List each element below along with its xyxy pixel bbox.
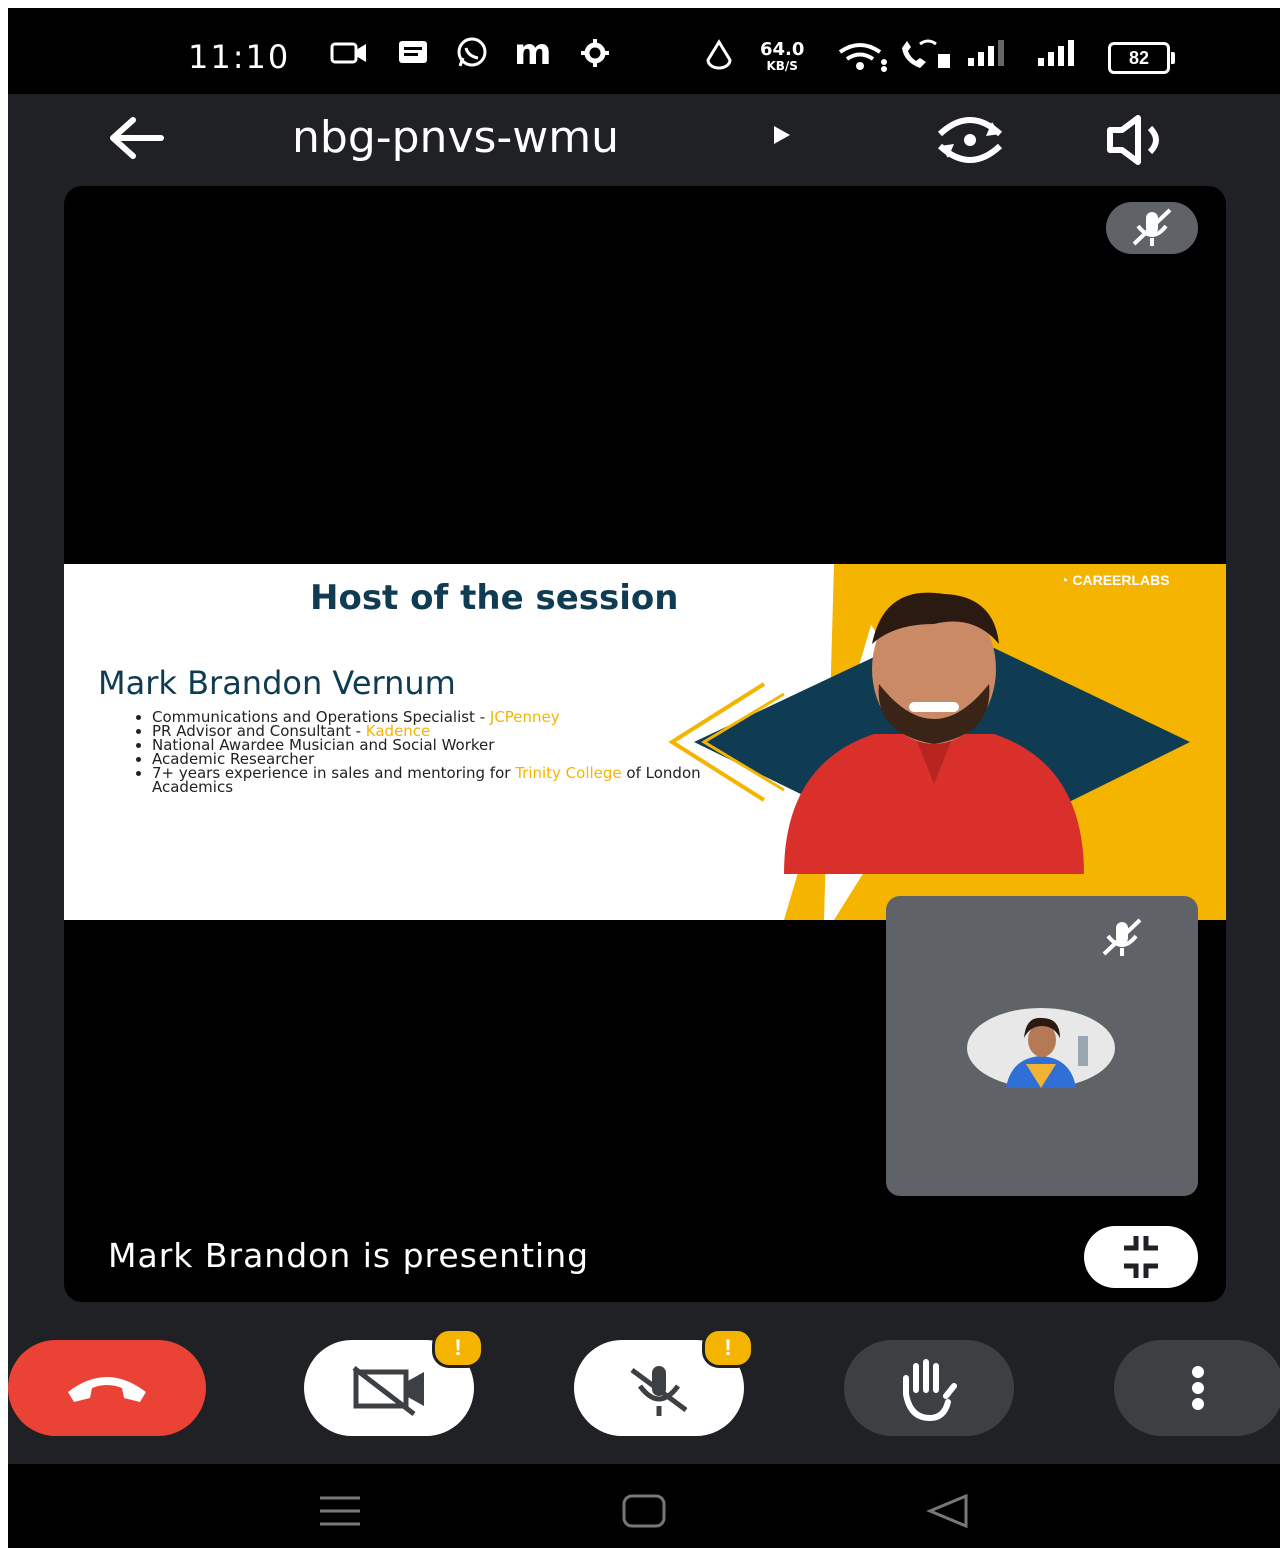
bullet-highlight: JCPenney <box>489 708 560 726</box>
more-vert-icon <box>1192 1366 1204 1410</box>
camera-warning-badge: ! <box>432 1328 484 1368</box>
wifi-icon <box>838 42 890 79</box>
m-app-icon: m <box>514 32 552 73</box>
careerlabs-logo: ◔ CAREERLABS <box>1060 572 1170 588</box>
mic-warning-badge: ! <box>702 1328 754 1368</box>
presenting-label: Mark Brandon is presenting <box>108 1236 590 1275</box>
message-icon <box>396 38 432 75</box>
alarm-icon <box>704 38 734 77</box>
wifi-calling-icon <box>898 38 954 79</box>
host-bullet-list: Communications and Operations Specialist… <box>124 708 712 795</box>
system-nav-bar <box>8 1464 1280 1548</box>
minimize-screen-button[interactable] <box>1084 1226 1198 1288</box>
careerlabs-logo-text: CAREERLABS <box>1072 572 1170 588</box>
minimize-icon <box>1124 1236 1158 1278</box>
slide-heading: Host of the session <box>310 578 679 618</box>
end-call-icon <box>68 1377 146 1402</box>
careerlabs-logo-icon: ◔ <box>1060 572 1069 588</box>
presenter-muted-badge <box>1106 202 1198 254</box>
end-call-button[interactable] <box>8 1340 206 1436</box>
speaker-icon[interactable] <box>1104 112 1176 168</box>
recent-apps-icon[interactable] <box>318 1494 362 1528</box>
whatsapp-icon <box>454 36 490 77</box>
raise-hand-icon <box>903 1359 957 1422</box>
network-speed: 64.0 KB/S <box>760 39 805 74</box>
host-name: Mark Brandon Vernum <box>98 664 456 702</box>
switch-camera-icon[interactable] <box>932 112 1008 168</box>
host-bullet: 7+ years experience in sales and mentori… <box>152 764 712 795</box>
host-photo <box>784 592 1084 874</box>
more-options-button[interactable] <box>1114 1340 1280 1436</box>
meeting-top-bar: nbg-pnvs-wmu <box>8 94 1280 186</box>
network-speed-value: 64.0 <box>760 39 805 60</box>
back-arrow-icon[interactable] <box>103 108 167 168</box>
back-nav-icon[interactable] <box>926 1494 970 1528</box>
signal-icon <box>1036 38 1100 75</box>
battery-indicator: 82 <box>1108 42 1175 74</box>
self-view-tile[interactable] <box>886 896 1198 1196</box>
presentation-stage: Host of the session ◔ CAREERLABS Mark Br… <box>64 186 1226 1302</box>
status-time: 11:10 <box>188 38 291 76</box>
self-muted-badge <box>1076 912 1168 964</box>
home-icon[interactable] <box>622 1494 666 1528</box>
self-avatar <box>967 1008 1115 1088</box>
bullet-highlight: Trinity College <box>515 764 622 782</box>
play-arrow-icon[interactable] <box>772 124 792 153</box>
raise-hand-button[interactable] <box>844 1340 1014 1436</box>
phone-screen: 11:10 m 64.0 KB/S 82 nbg-pnvs-wmu Host o… <box>8 8 1280 1548</box>
call-controls: ! ! <box>8 1328 1280 1452</box>
network-speed-unit: KB/S <box>766 59 798 73</box>
signal-icon <box>966 38 1030 75</box>
video-notification-icon <box>330 38 370 75</box>
meeting-code[interactable]: nbg-pnvs-wmu <box>292 112 619 163</box>
status-bar: 11:10 m 64.0 KB/S 82 <box>8 8 1280 94</box>
shared-slide: Host of the session ◔ CAREERLABS Mark Br… <box>64 564 1226 920</box>
settings-icon <box>580 38 610 75</box>
